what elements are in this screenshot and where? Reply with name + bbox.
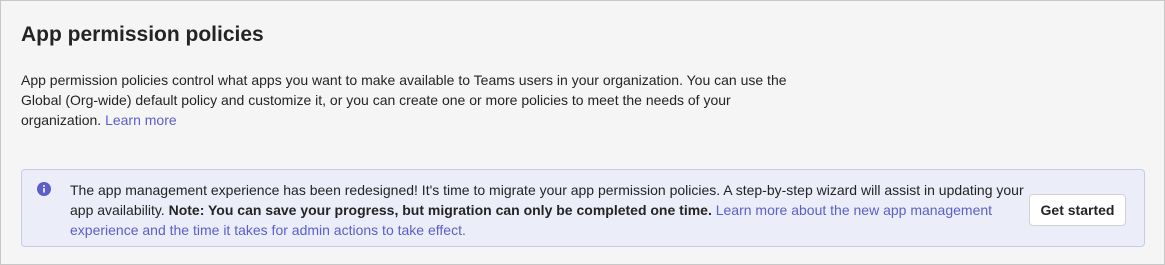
get-started-button[interactable]: Get started xyxy=(1029,194,1126,226)
page-description: App permission policies control what app… xyxy=(21,70,811,130)
info-icon xyxy=(37,182,51,196)
migration-info-banner: The app management experience has been r… xyxy=(21,169,1145,247)
banner-note: Note: You can save your progress, but mi… xyxy=(168,202,712,218)
learn-more-link[interactable]: Learn more xyxy=(105,112,177,128)
app-permission-policies-panel: App permission policies App permission p… xyxy=(0,0,1165,265)
banner-message: The app management experience has been r… xyxy=(70,180,1030,240)
page-title: App permission policies xyxy=(21,23,264,46)
